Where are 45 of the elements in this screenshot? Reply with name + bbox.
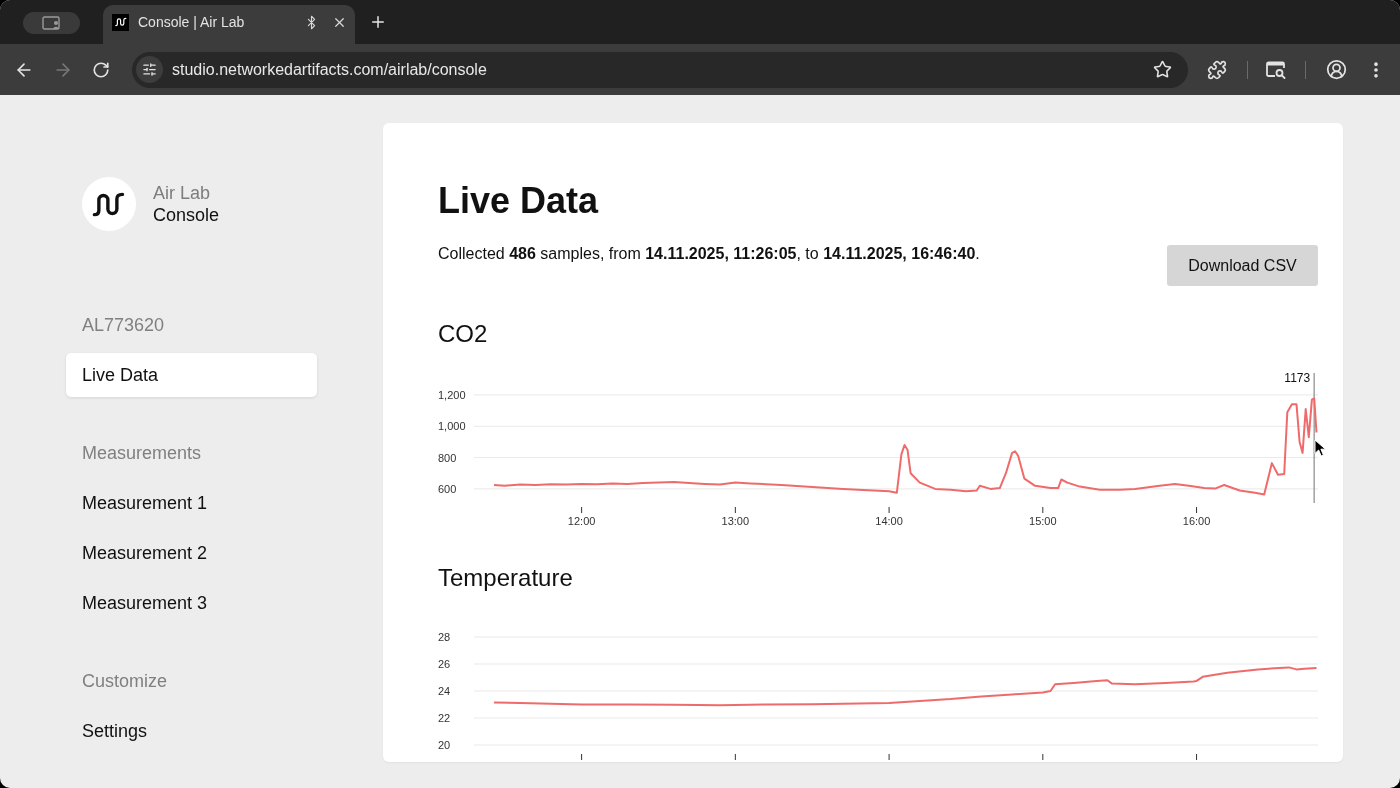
axis-tick-label: 1,000 bbox=[438, 420, 466, 433]
new-tab-icon[interactable] bbox=[369, 13, 387, 31]
chart-title: Temperature bbox=[438, 563, 573, 593]
window-person-icon bbox=[41, 16, 62, 30]
section-heading: AL773620 bbox=[82, 314, 165, 337]
window-button[interactable] bbox=[23, 12, 80, 34]
window-search-icon[interactable] bbox=[1266, 60, 1286, 79]
download-csv-button[interactable]: Download CSV bbox=[1167, 245, 1318, 286]
profile-icon[interactable] bbox=[1326, 59, 1347, 80]
address-bar[interactable]: studio.networkedartifacts.com/airlab/console bbox=[132, 51, 1188, 88]
browser-tab[interactable]: Console | Air Lab bbox=[103, 5, 355, 44]
axis-tick-label: 26 bbox=[438, 658, 451, 670]
page-title: Live Data bbox=[438, 179, 599, 223]
nav-item[interactable]: Measurement 2 bbox=[66, 531, 317, 575]
samples-summary: Collected 486 samples, from 14.11.2025, 11:26:05, to 14.11.2025, 16:46:40. bbox=[438, 244, 980, 264]
reload-icon[interactable] bbox=[92, 60, 110, 79]
axis-tick-label: 600 bbox=[438, 482, 457, 495]
chart-title: CO2 bbox=[438, 319, 488, 349]
axis-tick-label: 13:00 bbox=[721, 515, 750, 527]
hover-value-label: 1173 bbox=[1284, 371, 1311, 385]
axis-tick-label: 14:00 bbox=[875, 515, 903, 527]
section-heading: Measurements bbox=[82, 442, 202, 465]
axis-tick-label: 16:00 bbox=[1182, 515, 1211, 527]
extensions-icon[interactable] bbox=[1207, 59, 1227, 80]
nav-item[interactable]: Measurement 1 bbox=[66, 481, 317, 525]
nav-item[interactable]: Live Data bbox=[66, 353, 317, 397]
axis-tick-label: 15:00 bbox=[1029, 515, 1057, 527]
axis-tick-label: 28 bbox=[438, 631, 451, 643]
tab-title: Console | Air Lab bbox=[138, 13, 245, 31]
axis-tick-label: 800 bbox=[438, 451, 457, 464]
section-heading: Customize bbox=[82, 670, 168, 693]
axis-tick-label: 20 bbox=[438, 739, 451, 751]
nav-item[interactable]: Settings bbox=[66, 709, 317, 753]
axis-tick-label: 24 bbox=[438, 685, 451, 697]
nav-item[interactable]: Measurement 3 bbox=[66, 581, 317, 625]
axis-tick-label: 12:00 bbox=[567, 515, 596, 527]
brand-name: Air Lab bbox=[153, 182, 212, 204]
mouse-pointer-icon bbox=[1314, 439, 1327, 457]
favicon-icon bbox=[112, 13, 129, 31]
axis-tick-label: 1,200 bbox=[438, 388, 466, 401]
bookmark-star-icon[interactable] bbox=[1153, 60, 1172, 79]
site-settings-icon[interactable] bbox=[136, 56, 163, 83]
axis-tick-label: 22 bbox=[438, 712, 451, 724]
brand-subtitle: Console bbox=[153, 204, 220, 226]
url-text: studio.networkedartifacts.com/airlab/console bbox=[172, 59, 487, 80]
